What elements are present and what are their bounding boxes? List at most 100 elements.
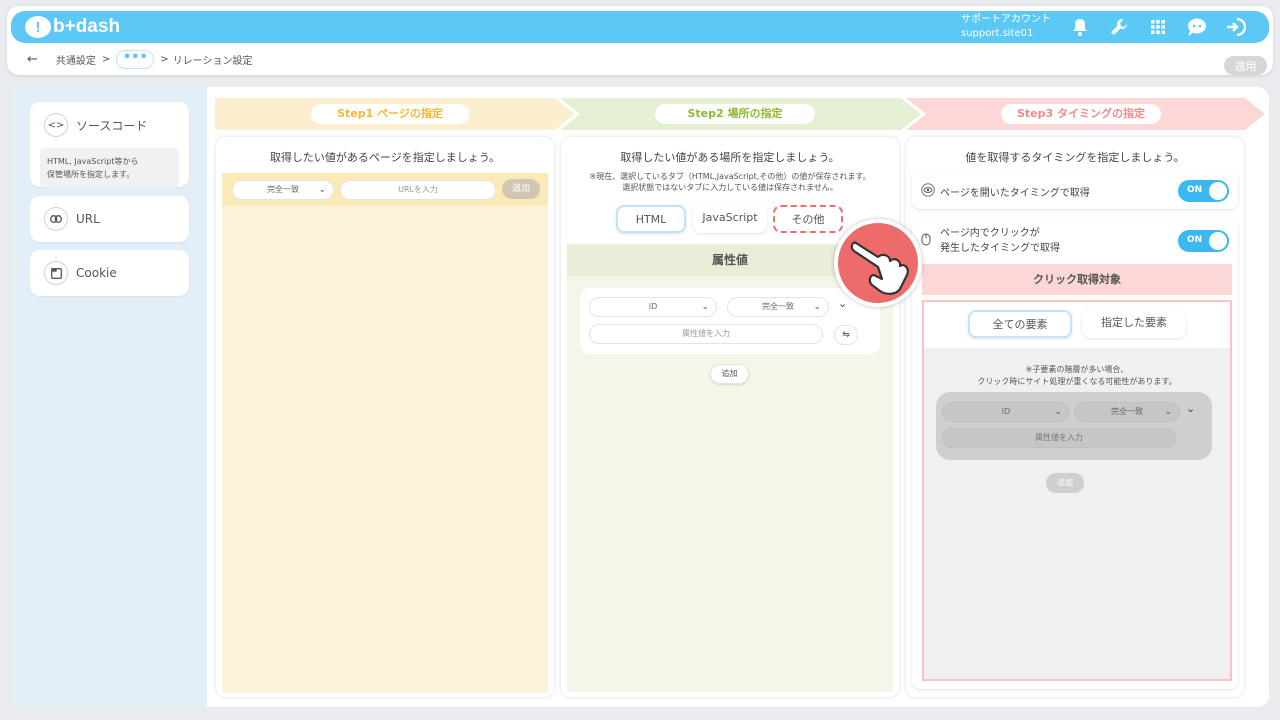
- option-label: ページ内でクリックが 発生したタイミングで取得: [940, 226, 1060, 256]
- attribute-type-value: ID: [648, 302, 658, 311]
- chat-bubble-icon[interactable]: [1186, 16, 1208, 38]
- step1-body: 完全一致 ⌄ URLを入力 追加: [222, 173, 548, 693]
- description-line: HTML, JavaScript等から: [47, 157, 139, 166]
- sidebar-item-label: URL: [76, 212, 100, 226]
- sidebar-item-description: HTML, JavaScript等から 保管場所を指定します。: [40, 148, 179, 188]
- attribute-value-input[interactable]: 属性値を入力: [942, 428, 1176, 448]
- back-arrow-icon[interactable]: ←: [27, 52, 38, 67]
- step1-label: Step1 ページの指定: [311, 104, 469, 124]
- specified-elements-button[interactable]: 指定した要素: [1082, 310, 1186, 338]
- option-label-line: 発生したタイミングで取得: [940, 243, 1060, 254]
- timing-option-page-open[interactable]: ページを開いたタイミングで取得 ON: [912, 172, 1238, 209]
- bell-icon[interactable]: [1069, 16, 1091, 38]
- attribute-type-value: ID: [1001, 407, 1011, 416]
- add-condition-button[interactable]: 追加: [710, 364, 749, 384]
- specified-elements-area: ※子要素の階層が多い場合、 クリック時にサイト処理が重くなる可能性があります。 …: [924, 348, 1230, 679]
- expand-chevron-icon[interactable]: ⌄: [1186, 402, 1195, 415]
- match-type-select[interactable]: 完全一致 ⌄: [232, 180, 334, 200]
- breadcrumb-item-common[interactable]: 共通設定: [56, 52, 96, 67]
- toggle-label: ON: [1187, 235, 1203, 245]
- account-label: サポートアカウント: [961, 14, 1051, 25]
- page-open-toggle[interactable]: ON: [1178, 180, 1229, 202]
- sidebar-item-label: ソースコード: [76, 118, 148, 133]
- cookie-icon: [44, 261, 68, 285]
- step2-note: ※現在、選択しているタブ（HTML,JavaScript,その他）の値が保存され…: [561, 171, 899, 193]
- step2-panel: 取得したい値がある場所を指定しましょう。 ※現在、選択しているタブ（HTML,J…: [561, 137, 899, 697]
- step3-panel: 値を取得するタイミングを指定しましょう。 ページを開いたタイミングで取得 ON …: [906, 137, 1244, 697]
- match-type-value: 完全一致: [267, 185, 299, 194]
- step2-body: 属性値 ID ⌄ 完全一致 ⌄ ⌄ 属性値を入力 ⇋ 追加: [567, 244, 893, 692]
- step3-title: 値を取得するタイミングを指定しましょう。: [965, 151, 1185, 164]
- toggle-label: ON: [1187, 185, 1203, 195]
- match-type-value: 完全一致: [1111, 407, 1143, 416]
- swap-icon[interactable]: ⇋: [834, 325, 858, 345]
- chevron-down-icon: ⌄: [1164, 407, 1172, 417]
- url-input[interactable]: URLを入力: [340, 180, 496, 200]
- top-card: ! b+dash サポートアカウント support.site01 ← 共通設定…: [7, 6, 1273, 75]
- step1-panel: 取得したい値があるページを指定しましょう。 完全一致 ⌄ URLを入力 追加: [216, 137, 554, 697]
- breadcrumb: ← 共通設定 > ••• > リレーション設定: [27, 50, 253, 69]
- toggle-knob: [1209, 182, 1227, 200]
- add-url-button[interactable]: 追加: [502, 179, 540, 199]
- sidebar-item-label: Cookie: [76, 266, 117, 280]
- step3-label: Step3 タイミングの指定: [1001, 104, 1161, 124]
- attribute-type-select[interactable]: ID ⌄: [942, 402, 1070, 422]
- tab-html[interactable]: HTML: [616, 205, 686, 233]
- eye-icon: [921, 183, 935, 200]
- breadcrumb-separator: >: [101, 54, 111, 65]
- logo[interactable]: ! b+dash: [25, 16, 120, 38]
- note-line: ※現在、選択しているタブ（HTML,JavaScript,その他）の値が保存され…: [589, 172, 871, 181]
- tab-javascript[interactable]: JavaScript: [693, 205, 767, 233]
- pointing-hand-icon: [834, 219, 922, 307]
- sidebar: <> ソースコード HTML, JavaScript等から 保管場所を指定します…: [11, 87, 207, 707]
- chevron-down-icon: ⌄: [1054, 407, 1062, 417]
- description-line: 保管場所を指定します。: [47, 170, 135, 179]
- code-icon: <>: [44, 113, 68, 137]
- match-type-select[interactable]: 完全一致 ⌄: [727, 297, 829, 317]
- account-info[interactable]: サポートアカウント support.site01: [961, 13, 1051, 41]
- attribute-type-select[interactable]: ID ⌄: [589, 297, 717, 317]
- match-type-value: 完全一致: [762, 302, 794, 311]
- logo-text: b+dash: [53, 16, 121, 37]
- sidebar-item-source-code[interactable]: <> ソースコード HTML, JavaScript等から 保管場所を指定します…: [30, 102, 189, 188]
- add-condition-button[interactable]: 追加: [1046, 473, 1084, 493]
- apply-button[interactable]: 適用: [1224, 56, 1267, 75]
- header-icons: [1069, 16, 1264, 38]
- chevron-down-icon: ⌄: [813, 302, 821, 312]
- logout-icon[interactable]: [1225, 16, 1247, 38]
- grid-icon[interactable]: [1147, 16, 1169, 38]
- note-line: 選択状態ではないタブに入力している値は保存されません。: [622, 183, 838, 192]
- performance-warning: ※子要素の階層が多い場合、 クリック時にサイト処理が重くなる可能性があります。: [924, 364, 1230, 388]
- wrench-icon[interactable]: [1108, 16, 1130, 38]
- main-card: <> ソースコード HTML, JavaScript等から 保管場所を指定します…: [11, 87, 1269, 707]
- warning-line: ※子要素の階層が多い場合、: [1025, 365, 1129, 374]
- click-target-body: 全ての要素 指定した要素 ※子要素の階層が多い場合、 クリック時にサイト処理が重…: [922, 300, 1232, 681]
- breadcrumb-separator: >: [160, 54, 169, 65]
- attribute-value-input[interactable]: 属性値を入力: [589, 324, 823, 344]
- link-icon: [44, 207, 68, 231]
- tab-other[interactable]: その他: [773, 205, 843, 233]
- attribute-condition-card: ID ⌄ 完全一致 ⌄ ⌄ 属性値を入力 ⇋: [580, 288, 880, 354]
- sidebar-item-cookie[interactable]: Cookie: [30, 250, 189, 296]
- click-target-header: クリック取得対象: [922, 264, 1232, 295]
- breadcrumb-item-relation: リレーション設定: [172, 56, 253, 67]
- timing-option-click: ページ内でクリックが 発生したタイミングで取得 ON クリック取得対象 全ての要…: [912, 219, 1238, 689]
- step2-title: 取得したい値がある場所を指定しましょう。: [620, 151, 840, 164]
- warning-line: クリック時にサイト処理が重くなる可能性があります。: [977, 377, 1177, 386]
- sidebar-item-url[interactable]: URL: [30, 196, 189, 242]
- chevron-down-icon: ⌄: [701, 302, 709, 312]
- all-elements-button[interactable]: 全ての要素: [968, 310, 1072, 338]
- mouse-icon: [921, 233, 931, 249]
- option-label: ページを開いたタイミングで取得: [940, 188, 1090, 199]
- option-label-line: ページ内でクリックが: [940, 228, 1040, 239]
- logo-bubble-icon: !: [25, 16, 51, 38]
- chevron-down-icon: ⌄: [318, 185, 326, 195]
- match-type-select[interactable]: 完全一致 ⌄: [1074, 402, 1180, 422]
- click-timing-toggle[interactable]: ON: [1178, 230, 1229, 252]
- toggle-knob: [1209, 232, 1227, 250]
- account-id: support.site01: [961, 28, 1034, 39]
- top-bar: ! b+dash サポートアカウント support.site01: [11, 11, 1269, 43]
- step2-label: Step2 場所の指定: [655, 104, 815, 124]
- step1-title: 取得したい値があるページを指定しましょう。: [269, 151, 501, 164]
- breadcrumb-more-button[interactable]: •••: [116, 50, 155, 69]
